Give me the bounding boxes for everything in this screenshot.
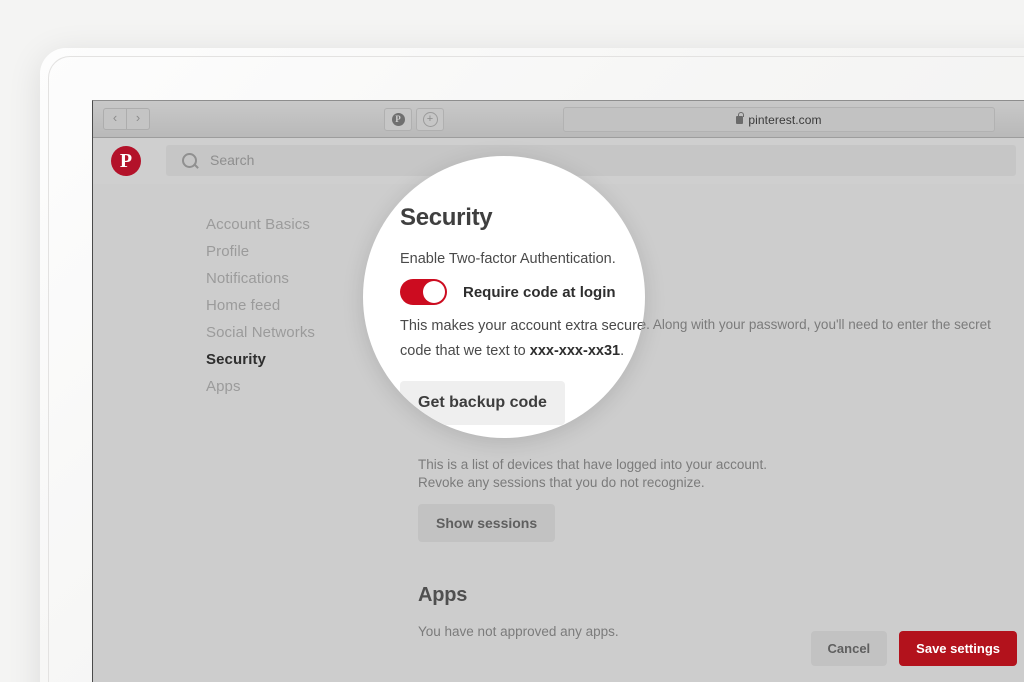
back-button[interactable]: ‹ [103, 108, 127, 130]
magnified-description-line-1: This makes your account extra secure. [400, 317, 645, 336]
settings-sidebar: Account Basics Profile Notifications Hom… [206, 216, 386, 405]
tab-strip: P + [384, 108, 444, 131]
address-bar[interactable]: pinterest.com [563, 107, 995, 132]
sidebar-item-account-basics[interactable]: Account Basics [206, 216, 386, 233]
sidebar-item-profile[interactable]: Profile [206, 243, 386, 260]
magnifier-lens: Security Enable Two-factor Authenticatio… [363, 156, 645, 438]
sessions-description-line-1: This is a list of devices that have logg… [418, 457, 767, 472]
plus-icon: + [423, 112, 438, 127]
nav-buttons: ‹ › [103, 108, 150, 130]
cancel-button[interactable]: Cancel [811, 631, 888, 666]
magnified-phone-number: xxx-xxx-xx31 [530, 343, 620, 359]
save-settings-button[interactable]: Save settings [899, 631, 1017, 666]
sidebar-item-social-networks[interactable]: Social Networks [206, 324, 386, 341]
magnified-intro-text: Enable Two-factor Authentication. [400, 250, 645, 269]
sidebar-item-notifications[interactable]: Notifications [206, 270, 386, 287]
sidebar-item-apps[interactable]: Apps [206, 378, 386, 395]
sidebar-item-home-feed[interactable]: Home feed [206, 297, 386, 314]
lock-icon [736, 116, 743, 124]
forward-button[interactable]: › [127, 108, 150, 130]
new-tab-button[interactable]: + [416, 108, 444, 131]
magnified-toggle-knob [423, 281, 445, 303]
search-icon [182, 153, 197, 168]
pinterest-favicon-icon: P [392, 113, 405, 126]
magnified-description-line-2: code that we text to xxx-xxx-xx31. [400, 342, 645, 361]
magnified-toggle-label: Require code at login [463, 284, 616, 301]
magnified-toggle-row[interactable]: Require code at login [400, 279, 645, 305]
sessions-description-line-2: Revoke any sessions that you do not reco… [418, 475, 705, 490]
url-text: pinterest.com [748, 113, 821, 127]
browser-toolbar: ‹ › P + pinterest.com ↻ [93, 101, 1024, 138]
tab-pinterest[interactable]: P [384, 108, 412, 131]
magnified-require-code-toggle[interactable] [400, 279, 447, 305]
magnified-description-prefix: code that we text to [400, 343, 530, 359]
show-sessions-button[interactable]: Show sessions [418, 504, 555, 542]
magnified-description-suffix: . [620, 343, 624, 359]
screenshot-stage: ‹ › P + pinterest.com ↻ P Sear [0, 0, 1024, 682]
magnified-get-backup-code-button[interactable]: Get backup code [400, 381, 565, 425]
pinterest-logo[interactable]: P [111, 146, 141, 176]
sidebar-item-security[interactable]: Security [206, 351, 386, 368]
magnifier-content: Security Enable Two-factor Authenticatio… [400, 204, 645, 425]
magnified-security-title: Security [400, 204, 645, 232]
search-placeholder: Search [210, 152, 254, 168]
sessions-description: This is a list of devices that have logg… [418, 456, 998, 492]
footer-actions: Cancel Save settings [811, 631, 1017, 666]
apps-section-title: Apps [418, 584, 998, 607]
search-input[interactable]: Search [166, 145, 1016, 176]
